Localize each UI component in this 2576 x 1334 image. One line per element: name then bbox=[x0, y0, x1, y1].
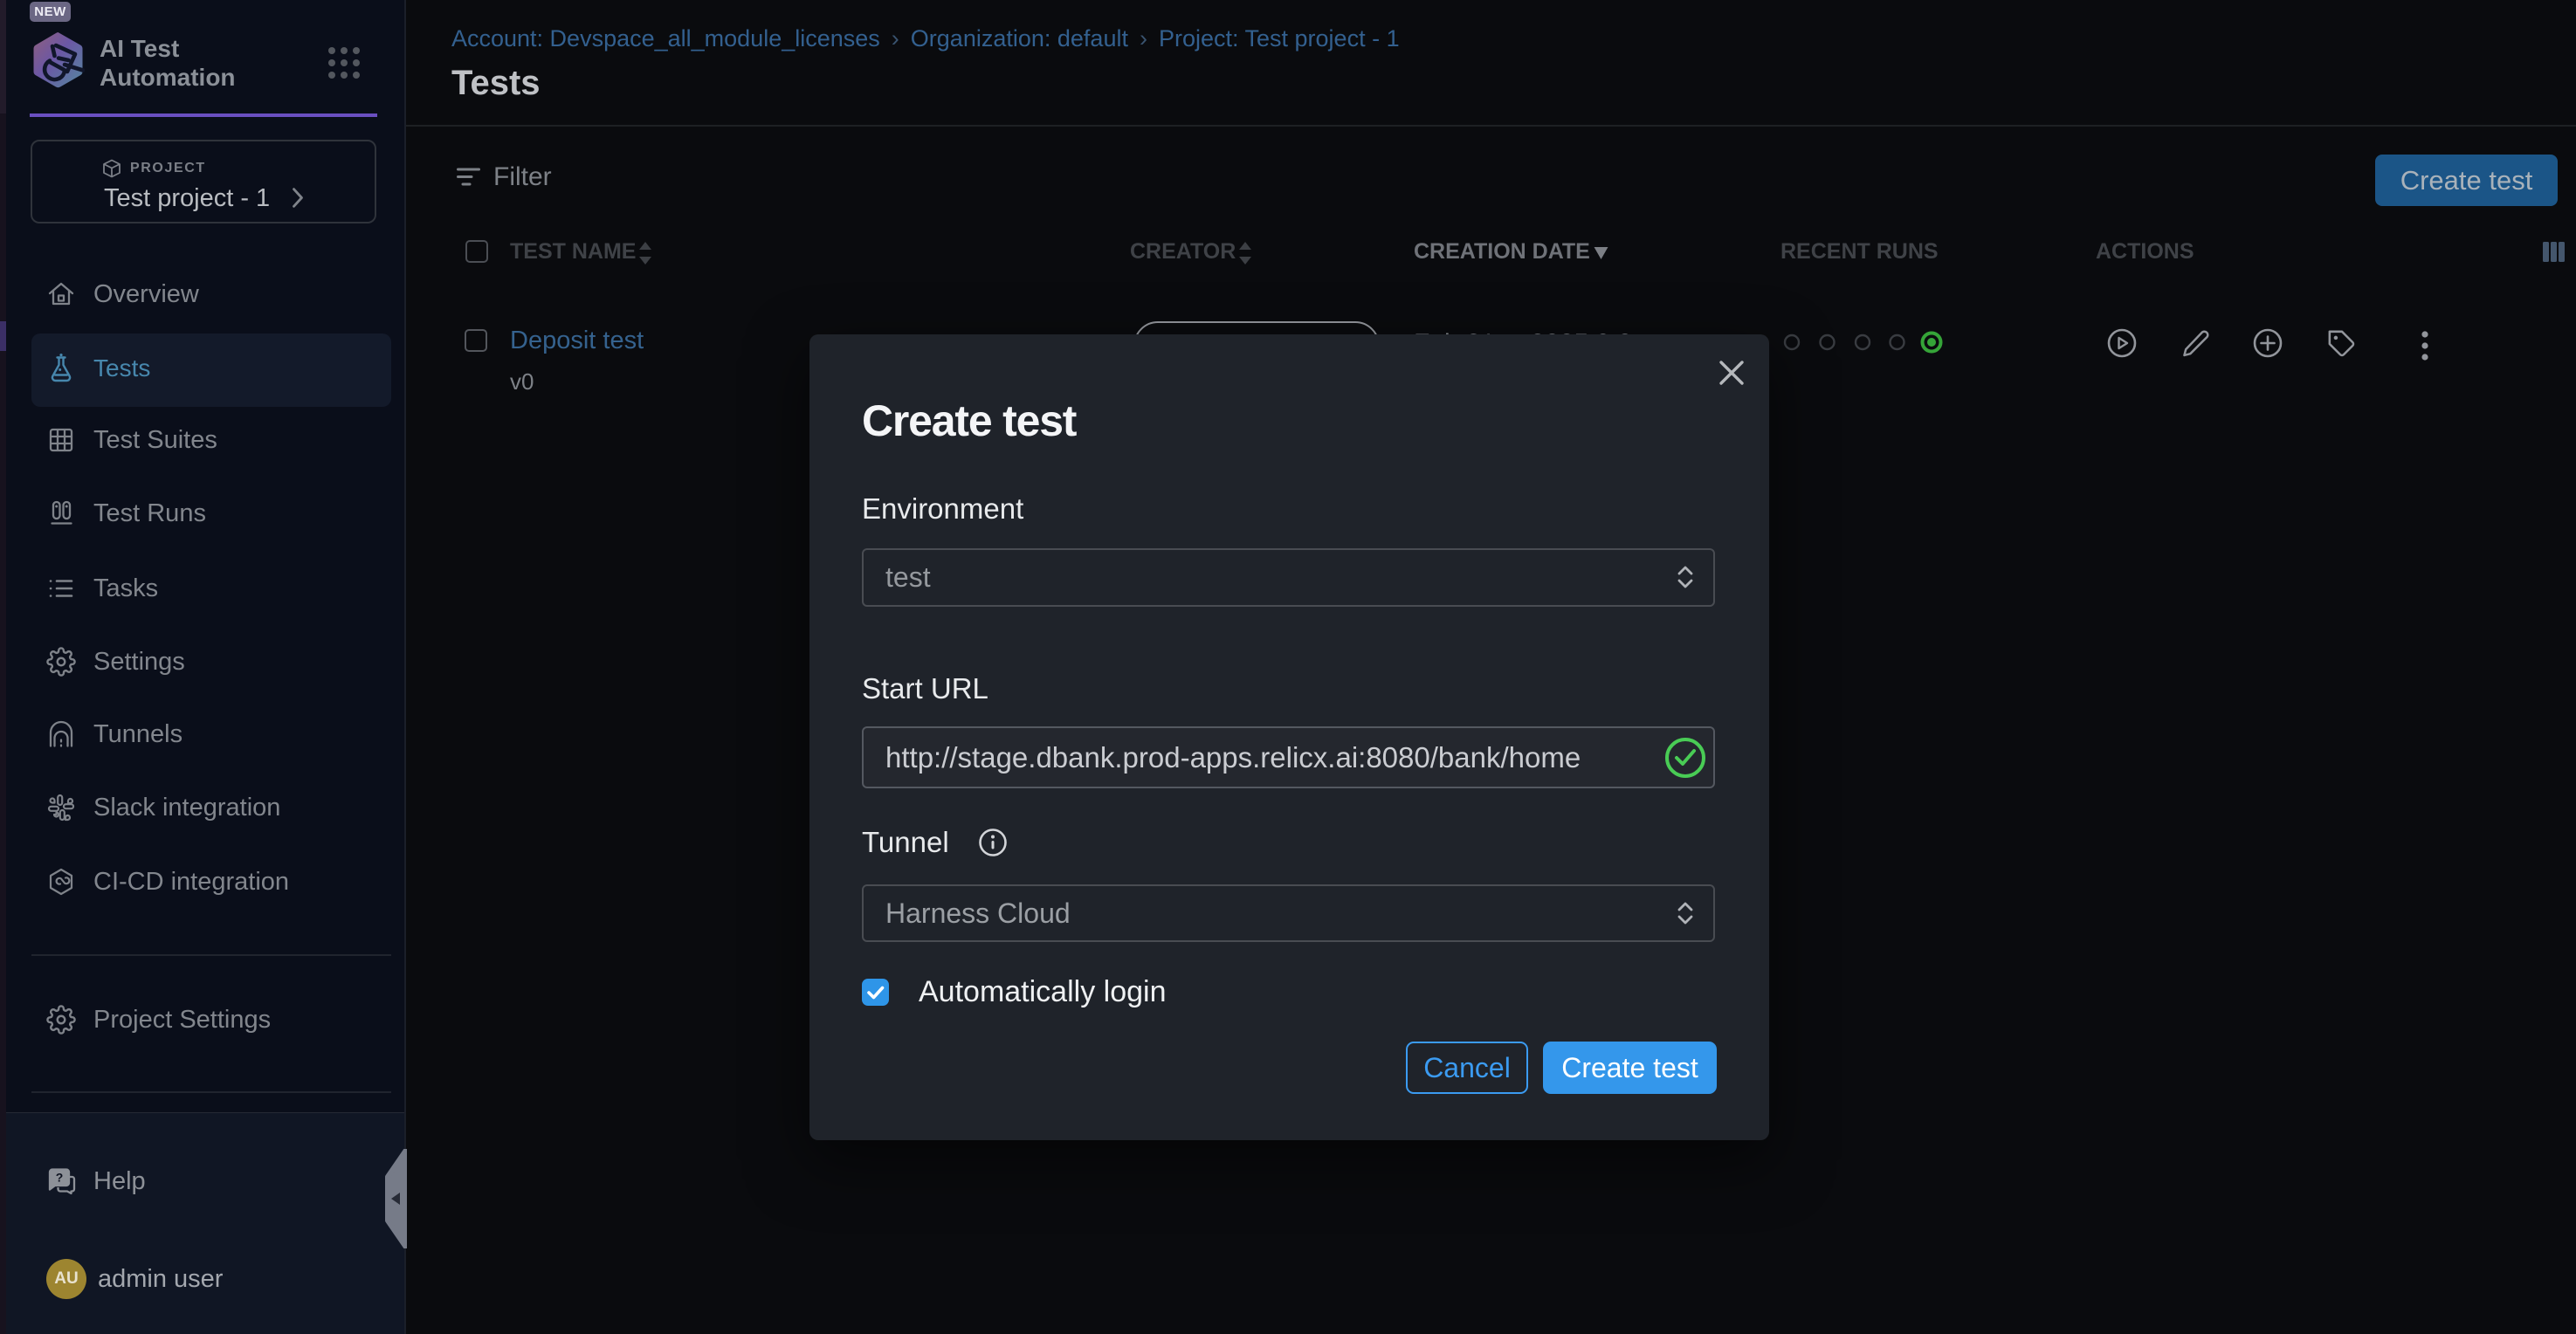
svg-text:?: ? bbox=[56, 1171, 64, 1185]
